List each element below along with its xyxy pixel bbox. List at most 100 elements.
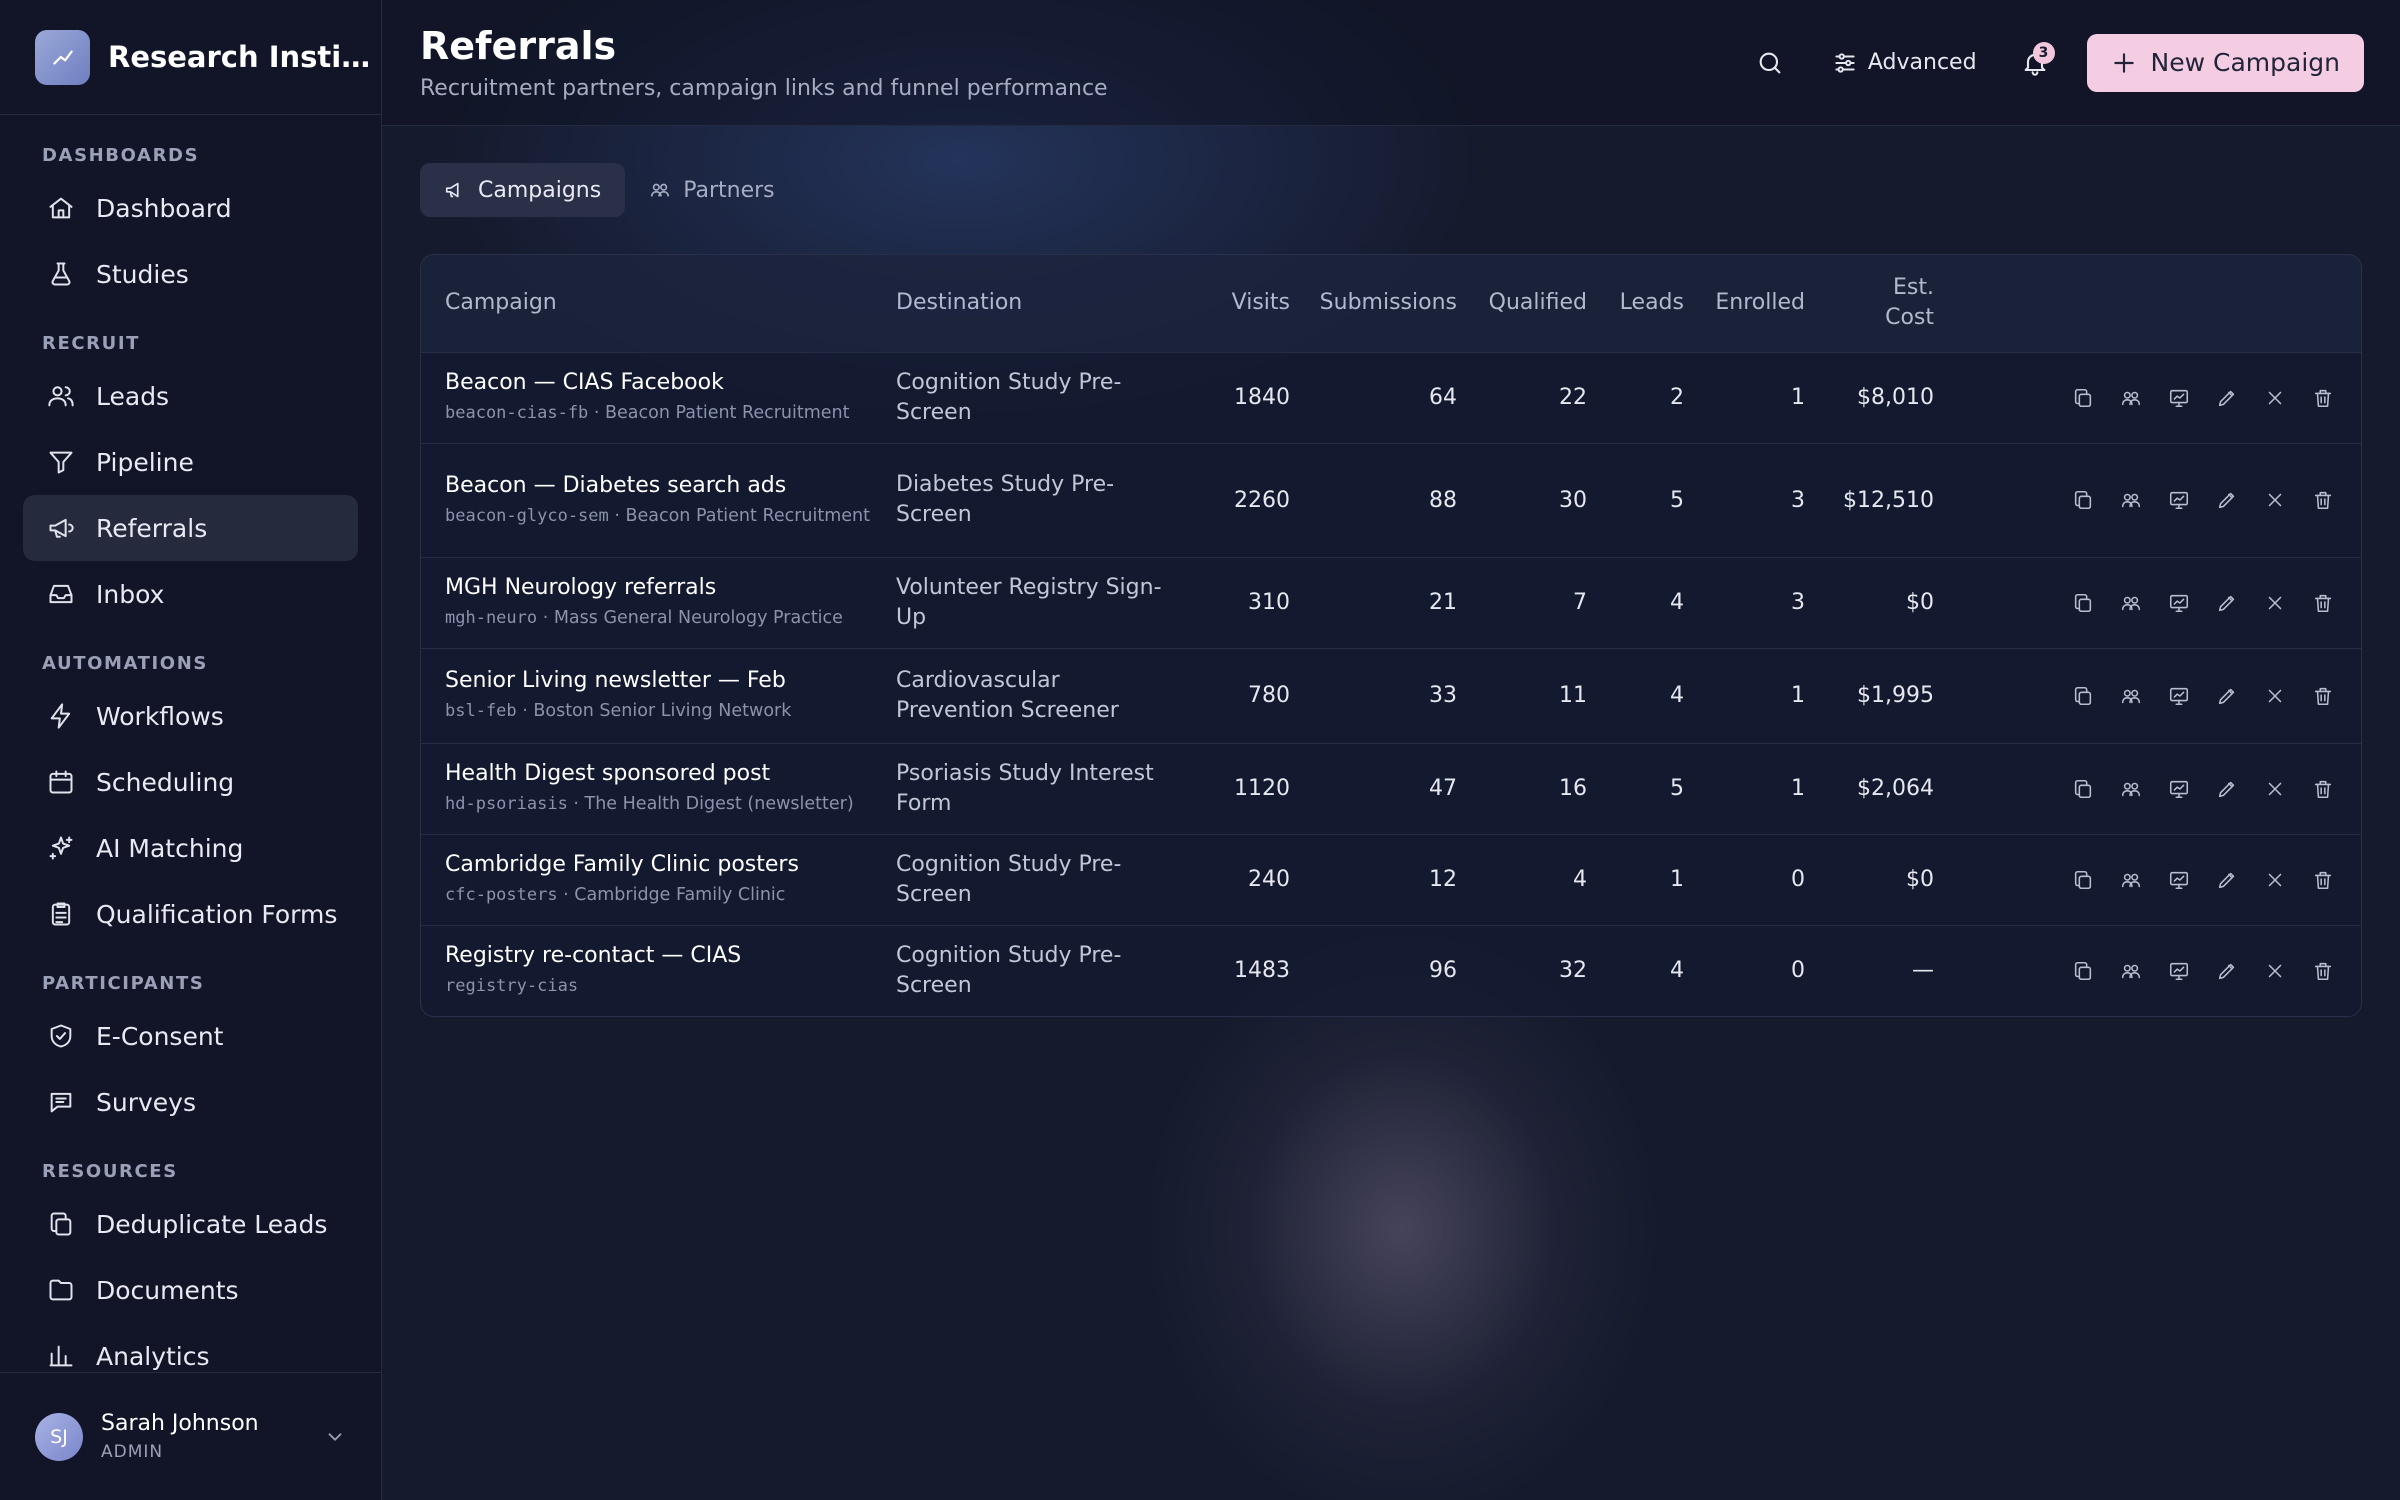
sidebar-item-studies[interactable]: Studies bbox=[23, 241, 358, 307]
sidebar-section-title: AUTOMATIONS bbox=[42, 653, 208, 674]
advanced-filter-button[interactable]: Advanced bbox=[1832, 50, 1977, 76]
edit-icon[interactable] bbox=[2203, 583, 2251, 623]
sidebar-item-pipeline[interactable]: Pipeline bbox=[23, 429, 358, 495]
sidebar-item-analytics[interactable]: Analytics bbox=[23, 1323, 358, 1372]
col-enrolled[interactable]: Enrolled bbox=[1684, 255, 1805, 352]
campaign-name[interactable]: Health Digest sponsored post bbox=[445, 761, 896, 786]
sidebar-item-referrals[interactable]: Referrals bbox=[23, 495, 358, 561]
brand[interactable]: Research Institute bbox=[0, 0, 381, 115]
table-row[interactable]: Senior Living newsletter — Feb bsl-feb ·… bbox=[421, 648, 2361, 743]
row-actions bbox=[1934, 378, 2361, 418]
user-menu[interactable]: SJ Sarah Johnson ADMIN bbox=[0, 1372, 381, 1500]
campaign-slug: beacon-cias-fb bbox=[445, 403, 589, 423]
close-icon[interactable] bbox=[2251, 860, 2299, 900]
copy-icon bbox=[46, 1209, 76, 1239]
analytics-icon[interactable] bbox=[2155, 480, 2203, 520]
partners-icon[interactable] bbox=[2107, 860, 2155, 900]
cell-destination: Cognition Study Pre-Screen bbox=[896, 851, 1122, 907]
col-submissions[interactable]: Submissions bbox=[1290, 255, 1457, 352]
sliders-icon bbox=[1835, 52, 1855, 73]
tab-partners[interactable]: Partners bbox=[625, 163, 798, 217]
col-visits[interactable]: Visits bbox=[1196, 255, 1290, 352]
campaign-name[interactable]: Cambridge Family Clinic posters bbox=[445, 852, 896, 877]
col-campaign[interactable]: Campaign bbox=[421, 255, 896, 352]
campaign-name[interactable]: Senior Living newsletter — Feb bbox=[445, 668, 896, 693]
close-icon[interactable] bbox=[2251, 951, 2299, 991]
trash-icon[interactable] bbox=[2299, 769, 2347, 809]
copy-icon[interactable] bbox=[2059, 951, 2107, 991]
sidebar-item-e-consent[interactable]: E-Consent bbox=[23, 1003, 358, 1069]
campaign-name[interactable]: MGH Neurology referrals bbox=[445, 575, 896, 600]
sidebar-item-qualification-forms[interactable]: Qualification Forms bbox=[23, 881, 358, 947]
copy-icon[interactable] bbox=[2059, 860, 2107, 900]
partners-icon[interactable] bbox=[2107, 378, 2155, 418]
sidebar-item-surveys[interactable]: Surveys bbox=[23, 1069, 358, 1135]
sidebar-item-workflows[interactable]: Workflows bbox=[23, 683, 358, 749]
analytics-icon[interactable] bbox=[2155, 583, 2203, 623]
table-row[interactable]: Registry re-contact — CIAS registry-cias… bbox=[421, 925, 2361, 1016]
trash-icon[interactable] bbox=[2299, 480, 2347, 520]
col-est-cost[interactable]: Est. Cost bbox=[1805, 255, 1934, 352]
chevron-down-icon[interactable] bbox=[324, 1426, 346, 1452]
table-row[interactable]: Cambridge Family Clinic posters cfc-post… bbox=[421, 834, 2361, 925]
partners-icon[interactable] bbox=[2107, 951, 2155, 991]
row-actions bbox=[1934, 951, 2361, 991]
cell-campaign: Beacon — CIAS Facebook beacon-cias-fb · … bbox=[421, 352, 896, 443]
close-icon[interactable] bbox=[2251, 583, 2299, 623]
close-icon[interactable] bbox=[2251, 676, 2299, 716]
sidebar-item-ai-matching[interactable]: AI Matching bbox=[23, 815, 358, 881]
copy-icon[interactable] bbox=[2059, 769, 2107, 809]
trash-icon[interactable] bbox=[2299, 676, 2347, 716]
partners-icon[interactable] bbox=[2107, 676, 2155, 716]
analytics-icon[interactable] bbox=[2155, 769, 2203, 809]
sidebar-item-inbox[interactable]: Inbox bbox=[23, 561, 358, 627]
copy-icon[interactable] bbox=[2059, 480, 2107, 520]
cell-qualified: 22 bbox=[1559, 385, 1587, 410]
trash-icon[interactable] bbox=[2299, 951, 2347, 991]
campaign-name[interactable]: Beacon — CIAS Facebook bbox=[445, 370, 896, 395]
analytics-icon[interactable] bbox=[2155, 951, 2203, 991]
search-button[interactable] bbox=[1746, 39, 1794, 87]
tab-campaigns[interactable]: Campaigns bbox=[420, 163, 626, 217]
campaign-name[interactable]: Beacon — Diabetes search ads bbox=[445, 473, 896, 498]
table-row[interactable]: MGH Neurology referrals mgh-neuro · Mass… bbox=[421, 557, 2361, 648]
campaign-name[interactable]: Registry re-contact — CIAS bbox=[445, 943, 896, 968]
analytics-icon[interactable] bbox=[2155, 378, 2203, 418]
sidebar-item-deduplicate-leads[interactable]: Deduplicate Leads bbox=[23, 1191, 358, 1257]
sidebar-item-leads[interactable]: Leads bbox=[23, 363, 358, 429]
edit-icon[interactable] bbox=[2203, 378, 2251, 418]
table-row[interactable]: Beacon — CIAS Facebook beacon-cias-fb · … bbox=[421, 352, 2361, 443]
trash-icon[interactable] bbox=[2299, 583, 2347, 623]
edit-icon[interactable] bbox=[2203, 951, 2251, 991]
sidebar-item-dashboard[interactable]: Dashboard bbox=[23, 175, 358, 241]
copy-icon[interactable] bbox=[2059, 583, 2107, 623]
table-row[interactable]: Beacon — Diabetes search ads beacon-glyc… bbox=[421, 443, 2361, 557]
table-row[interactable]: Health Digest sponsored post hd-psoriasi… bbox=[421, 743, 2361, 834]
sidebar-item-documents[interactable]: Documents bbox=[23, 1257, 358, 1323]
new-campaign-button[interactable]: New Campaign bbox=[2086, 33, 2364, 92]
close-icon[interactable] bbox=[2251, 769, 2299, 809]
cell-actions bbox=[1934, 925, 2361, 1016]
sparkles-icon bbox=[46, 833, 76, 863]
partners-icon[interactable] bbox=[2107, 583, 2155, 623]
close-icon[interactable] bbox=[2251, 480, 2299, 520]
edit-icon[interactable] bbox=[2203, 676, 2251, 716]
sidebar-item-scheduling[interactable]: Scheduling bbox=[23, 749, 358, 815]
edit-icon[interactable] bbox=[2203, 860, 2251, 900]
edit-icon[interactable] bbox=[2203, 769, 2251, 809]
close-icon[interactable] bbox=[2251, 378, 2299, 418]
analytics-icon[interactable] bbox=[2155, 860, 2203, 900]
analytics-icon[interactable] bbox=[2155, 676, 2203, 716]
edit-icon[interactable] bbox=[2203, 480, 2251, 520]
notifications-button[interactable]: 3 bbox=[2011, 39, 2059, 87]
trash-icon[interactable] bbox=[2299, 860, 2347, 900]
col-leads[interactable]: Leads bbox=[1587, 255, 1684, 352]
cell-destination: Diabetes Study Pre-Screen bbox=[896, 472, 1115, 527]
col-destination[interactable]: Destination bbox=[896, 255, 1196, 352]
col-qualified[interactable]: Qualified bbox=[1457, 255, 1587, 352]
partners-icon[interactable] bbox=[2107, 480, 2155, 520]
partners-icon[interactable] bbox=[2107, 769, 2155, 809]
trash-icon[interactable] bbox=[2299, 378, 2347, 418]
copy-icon[interactable] bbox=[2059, 676, 2107, 716]
copy-icon[interactable] bbox=[2059, 378, 2107, 418]
